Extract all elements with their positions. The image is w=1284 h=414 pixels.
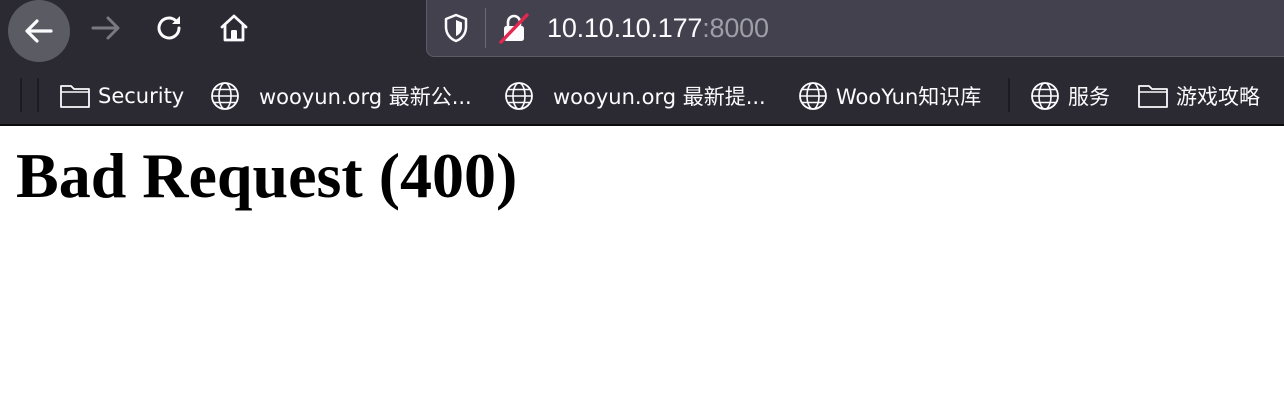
shield-icon	[444, 13, 468, 43]
navigation-toolbar: 10.10.10.177:8000	[0, 0, 1284, 66]
home-button[interactable]	[212, 6, 256, 50]
page-title: Bad Request (400)	[16, 140, 518, 211]
page-content: Bad Request (400)	[0, 126, 1284, 414]
bookmark-label: 游戏攻略	[1176, 85, 1260, 109]
home-icon	[220, 14, 248, 42]
bookmark-wooyun-knowledge[interactable]: WooYun知识库	[796, 74, 981, 118]
reload-icon	[157, 16, 181, 40]
bookmark-label: 服务	[1068, 85, 1110, 109]
bookmarks-separator	[1008, 78, 1010, 112]
bookmark-label: wooyun.org 最新公...	[259, 85, 472, 109]
back-arrow-icon	[25, 19, 53, 43]
back-button[interactable]	[8, 0, 70, 62]
forward-button[interactable]	[84, 6, 128, 50]
insecure-connection-indicator[interactable]	[497, 10, 531, 46]
reload-button[interactable]	[148, 6, 192, 50]
url-text[interactable]: 10.10.10.177:8000	[547, 13, 769, 44]
bookmark-label: Security	[98, 84, 185, 108]
bookmark-services[interactable]: 服务	[1028, 74, 1110, 118]
bookmark-label: WooYun知识库	[836, 85, 982, 109]
bookmark-folder-security[interactable]: Security	[58, 74, 184, 118]
globe-icon	[502, 79, 536, 113]
bookmark-wooyun-public[interactable]: wooyun.org 最新公...	[208, 74, 472, 118]
bookmarks-separator	[20, 78, 22, 112]
bookmark-folder-game-guides[interactable]: 游戏攻略	[1136, 74, 1260, 118]
tracking-protection-button[interactable]	[439, 6, 473, 50]
browser-window: 10.10.10.177:8000 Security wooyun.org 最新…	[0, 0, 1284, 414]
folder-icon	[1136, 79, 1170, 113]
bookmark-label: wooyun.org 最新提...	[553, 85, 766, 109]
url-host: 10.10.10.177	[547, 13, 703, 43]
address-bar[interactable]: 10.10.10.177:8000	[426, 0, 1284, 57]
folder-icon	[58, 79, 92, 113]
bookmark-wooyun-submit[interactable]: wooyun.org 最新提...	[502, 74, 766, 118]
url-port: :8000	[702, 13, 769, 43]
bookmarks-separator	[37, 78, 39, 112]
bookmarks-toolbar: Security wooyun.org 最新公... wooyun.org 最新…	[0, 66, 1284, 126]
forward-arrow-icon	[91, 16, 120, 40]
insecure-lock-icon	[499, 13, 529, 44]
globe-icon	[796, 79, 830, 113]
globe-icon	[208, 79, 242, 113]
urlbar-separator	[485, 8, 486, 48]
globe-icon	[1028, 79, 1062, 113]
